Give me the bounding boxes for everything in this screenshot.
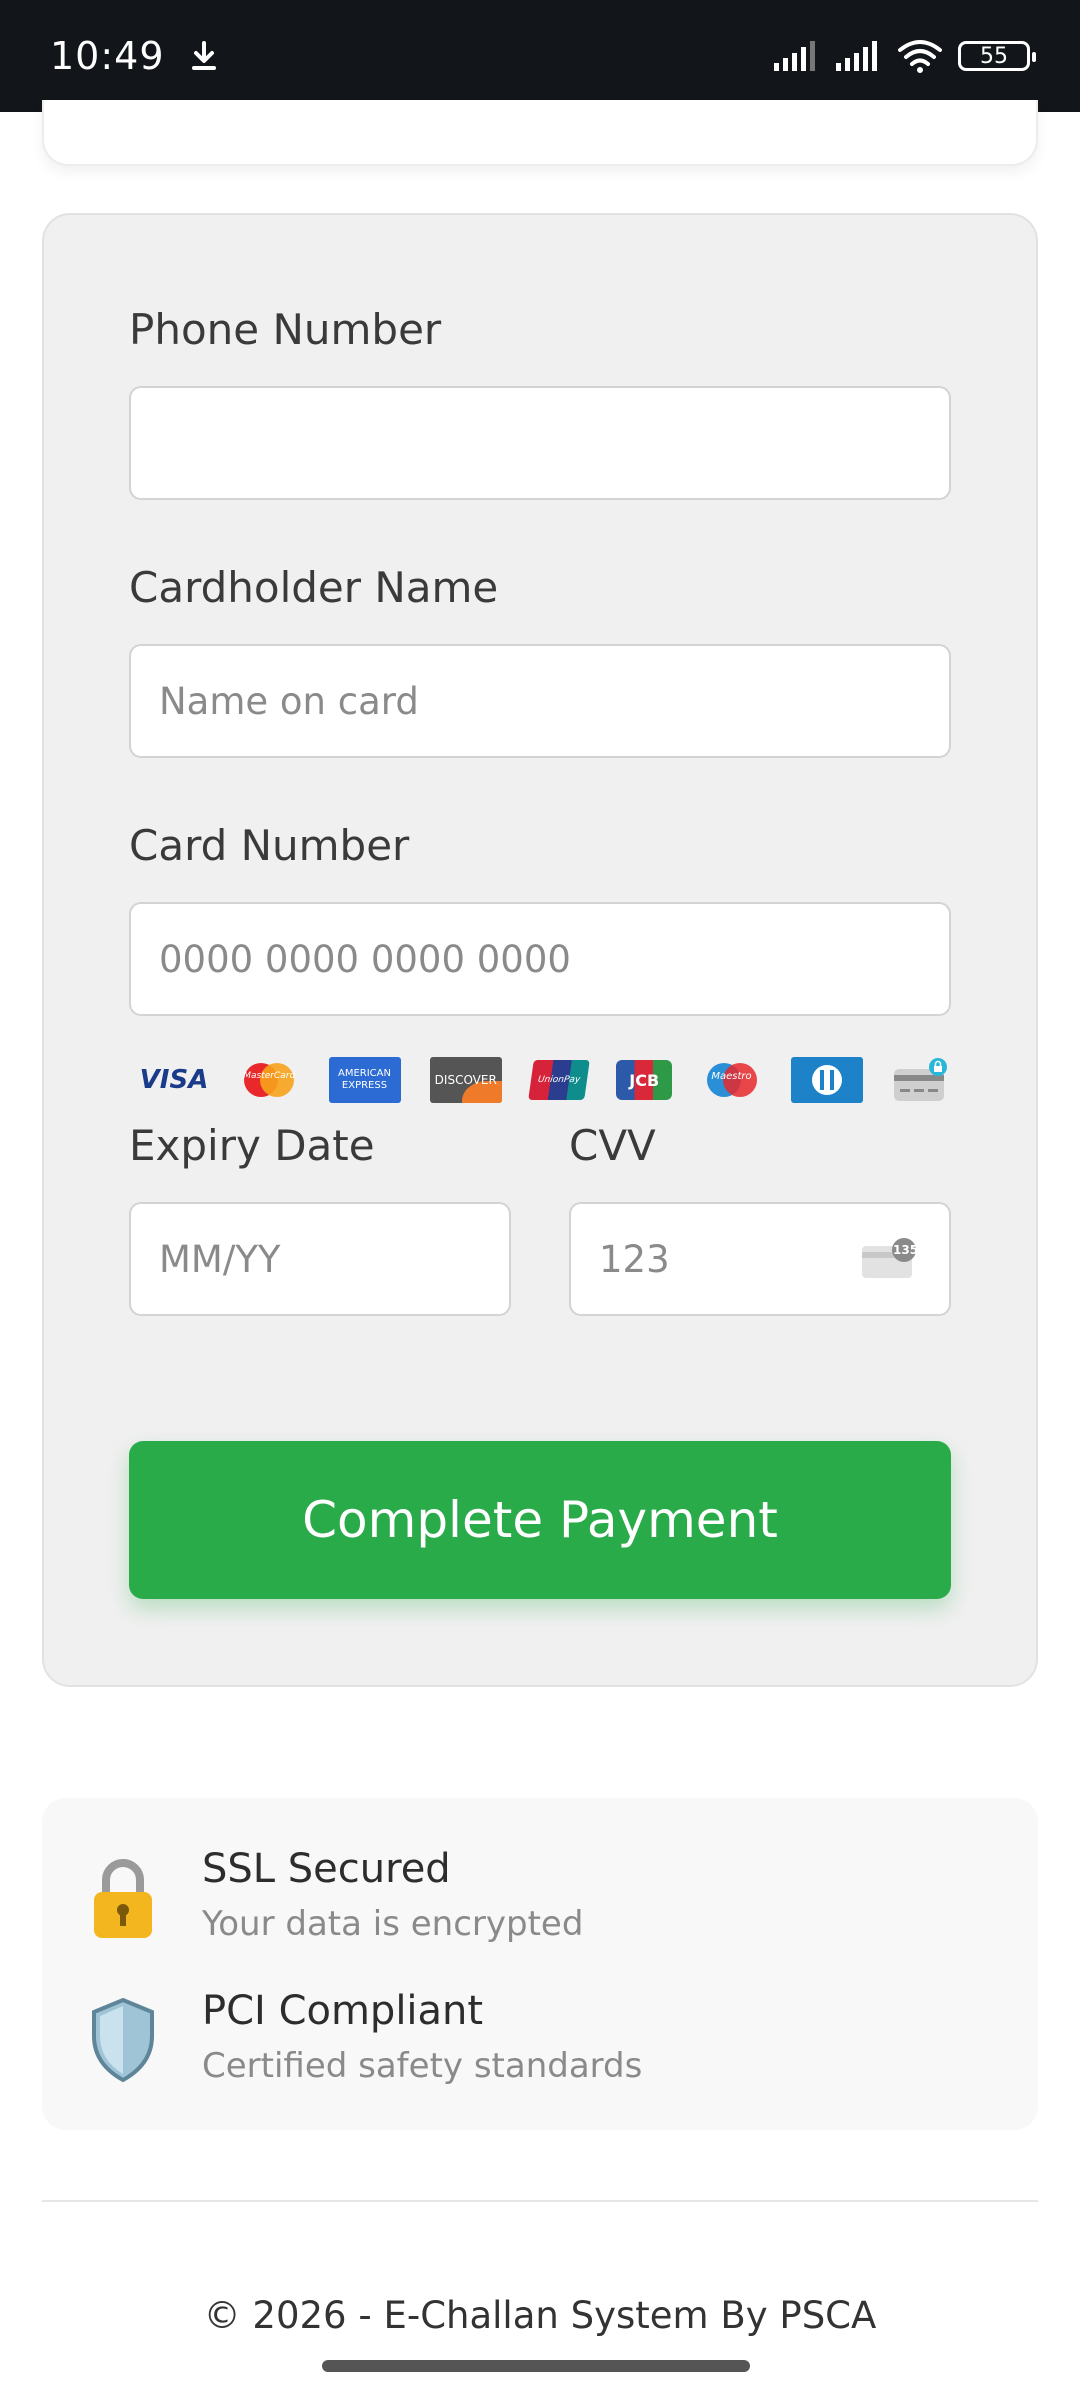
jcb-logo: JCB	[616, 1060, 673, 1100]
card-brand-logos: VISA MasterCard AMERICAN EXPRESS DISCOVE…	[138, 1055, 948, 1105]
previous-card	[42, 100, 1038, 166]
signal-icon	[836, 41, 877, 71]
card-number-input[interactable]	[129, 902, 951, 1016]
footer-divider	[42, 2200, 1038, 2202]
battery-level: 55	[980, 43, 1008, 69]
security-item: PCI Compliant Certified safety standards	[42, 1988, 1038, 2108]
mastercard-logo: MasterCard	[239, 1057, 299, 1103]
ssl-secured-title: SSL Secured	[202, 1846, 451, 1892]
maestro-logo: Maestro	[702, 1057, 762, 1103]
battery-icon: 55	[958, 41, 1036, 71]
unionpay-logo: UnionPay	[528, 1060, 590, 1100]
status-bar: 10:49 55	[0, 0, 1080, 112]
shield-icon	[92, 1997, 154, 2083]
cardholder-name-label: Cardholder Name	[129, 563, 499, 612]
discover-logo: DISCOVER	[429, 1057, 502, 1103]
security-item: SSL Secured Your data is encrypted	[42, 1846, 1038, 1966]
expiry-date-input[interactable]	[129, 1202, 511, 1316]
wifi-icon	[898, 40, 942, 73]
status-right: 55	[772, 38, 1036, 74]
download-icon	[191, 41, 216, 70]
signal-icon	[774, 41, 815, 71]
cvv-card-icon: 135	[862, 1238, 918, 1280]
footer-text: © 2026 - E-Challan System By PSCA	[203, 2294, 877, 2337]
cardholder-name-input[interactable]	[129, 644, 951, 758]
home-indicator[interactable]	[322, 2360, 750, 2372]
cvv-label: CVV	[569, 1121, 656, 1170]
visa-logo: VISA	[139, 1065, 209, 1095]
generic-card-icon	[892, 1057, 948, 1103]
diners-logo	[790, 1057, 863, 1103]
ssl-secured-subtitle: Your data is encrypted	[202, 1904, 584, 1944]
security-info-card: SSL Secured Your data is encrypted PCI C…	[42, 1798, 1038, 2130]
phone-input[interactable]	[129, 386, 951, 500]
phone-label: Phone Number	[129, 305, 442, 354]
lock-icon	[94, 1859, 152, 1938]
card-number-label: Card Number	[129, 821, 410, 870]
amex-logo: AMERICAN EXPRESS	[328, 1057, 401, 1103]
expiry-date-label: Expiry Date	[129, 1121, 375, 1170]
pci-compliant-title: PCI Compliant	[202, 1988, 484, 2034]
complete-payment-button[interactable]: Complete Payment	[129, 1441, 951, 1599]
pci-compliant-subtitle: Certified safety standards	[202, 2046, 643, 2086]
status-time: 10:49	[50, 34, 165, 78]
status-left: 10:49	[50, 34, 219, 78]
